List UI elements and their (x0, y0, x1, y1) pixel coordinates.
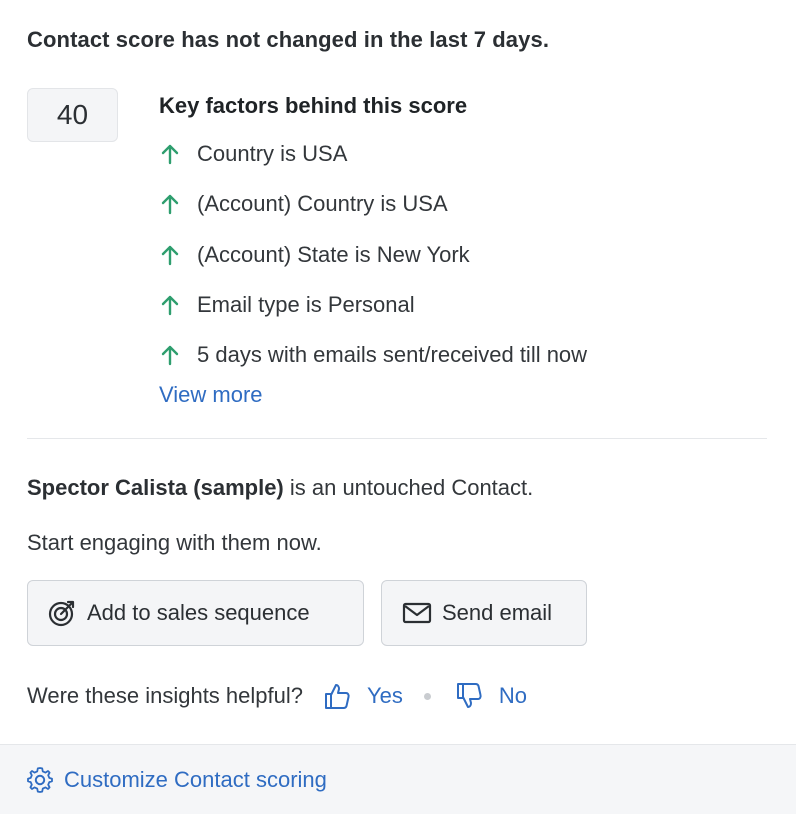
arrow-up-icon (159, 343, 197, 367)
factor-list: Country is USA (Account) Country is USA … (159, 129, 587, 380)
customize-contact-scoring-link[interactable]: Customize Contact scoring (26, 766, 327, 794)
target-icon (47, 598, 77, 628)
factor-label: (Account) Country is USA (197, 191, 448, 217)
key-factors-title: Key factors behind this score (159, 93, 468, 118)
separator-dot (423, 692, 431, 700)
arrow-up-icon (159, 293, 197, 317)
feedback-yes-button[interactable]: Yes (323, 681, 403, 711)
thumbs-down-icon (456, 683, 482, 708)
add-to-sales-sequence-label: Add to sales sequence (87, 600, 310, 625)
factor-label: 5 days with emails sent/received till no… (197, 342, 588, 368)
factor-item: (Account) State is New York (159, 230, 587, 280)
section-divider (27, 438, 767, 439)
factor-item: (Account) Country is USA (159, 179, 587, 229)
factor-label: Email type is Personal (197, 292, 415, 318)
contact-status-suffix: is an untouched Contact. (283, 475, 534, 500)
factor-label: Country is USA (197, 141, 348, 167)
score-change-headline: Contact score has not changed in the las… (27, 27, 550, 52)
factor-item: Email type is Personal (159, 280, 587, 330)
feedback-question: Were these insights helpful? (27, 683, 303, 708)
send-email-label: Send email (442, 600, 553, 625)
arrow-up-icon (159, 142, 197, 166)
feedback-no-button[interactable]: No (455, 681, 527, 711)
contact-status-text: Spector Calista (sample) is an untouched… (27, 475, 533, 501)
gear-icon (27, 766, 53, 793)
thumbs-up-icon (324, 684, 350, 709)
feedback-yes-label: Yes (366, 683, 403, 708)
add-to-sales-sequence-button[interactable]: Add to sales sequence (27, 580, 364, 646)
key-factors-section: Key factors behind this score Country is… (159, 91, 587, 408)
score-badge: 40 (27, 88, 118, 142)
feedback-no-label: No (498, 683, 527, 708)
customize-contact-scoring-label: Customize Contact scoring (64, 766, 327, 792)
arrow-up-icon (159, 192, 197, 216)
factor-item: Country is USA (159, 129, 587, 179)
view-more-link[interactable]: View more (159, 382, 263, 408)
send-email-button[interactable]: Send email (381, 580, 587, 646)
arrow-up-icon (159, 243, 197, 267)
contact-name: Spector Calista (sample) (27, 475, 284, 500)
factor-label: (Account) State is New York (197, 241, 470, 267)
engage-prompt: Start engaging with them now. (27, 530, 322, 555)
envelope-icon (402, 598, 432, 628)
factor-item: 5 days with emails sent/received till no… (159, 330, 587, 380)
footer-bar: Customize Contact scoring (0, 744, 796, 814)
insights-feedback: Were these insights helpful? Yes No (27, 678, 527, 714)
contact-score-panel: Contact score has not changed in the las… (0, 0, 796, 814)
